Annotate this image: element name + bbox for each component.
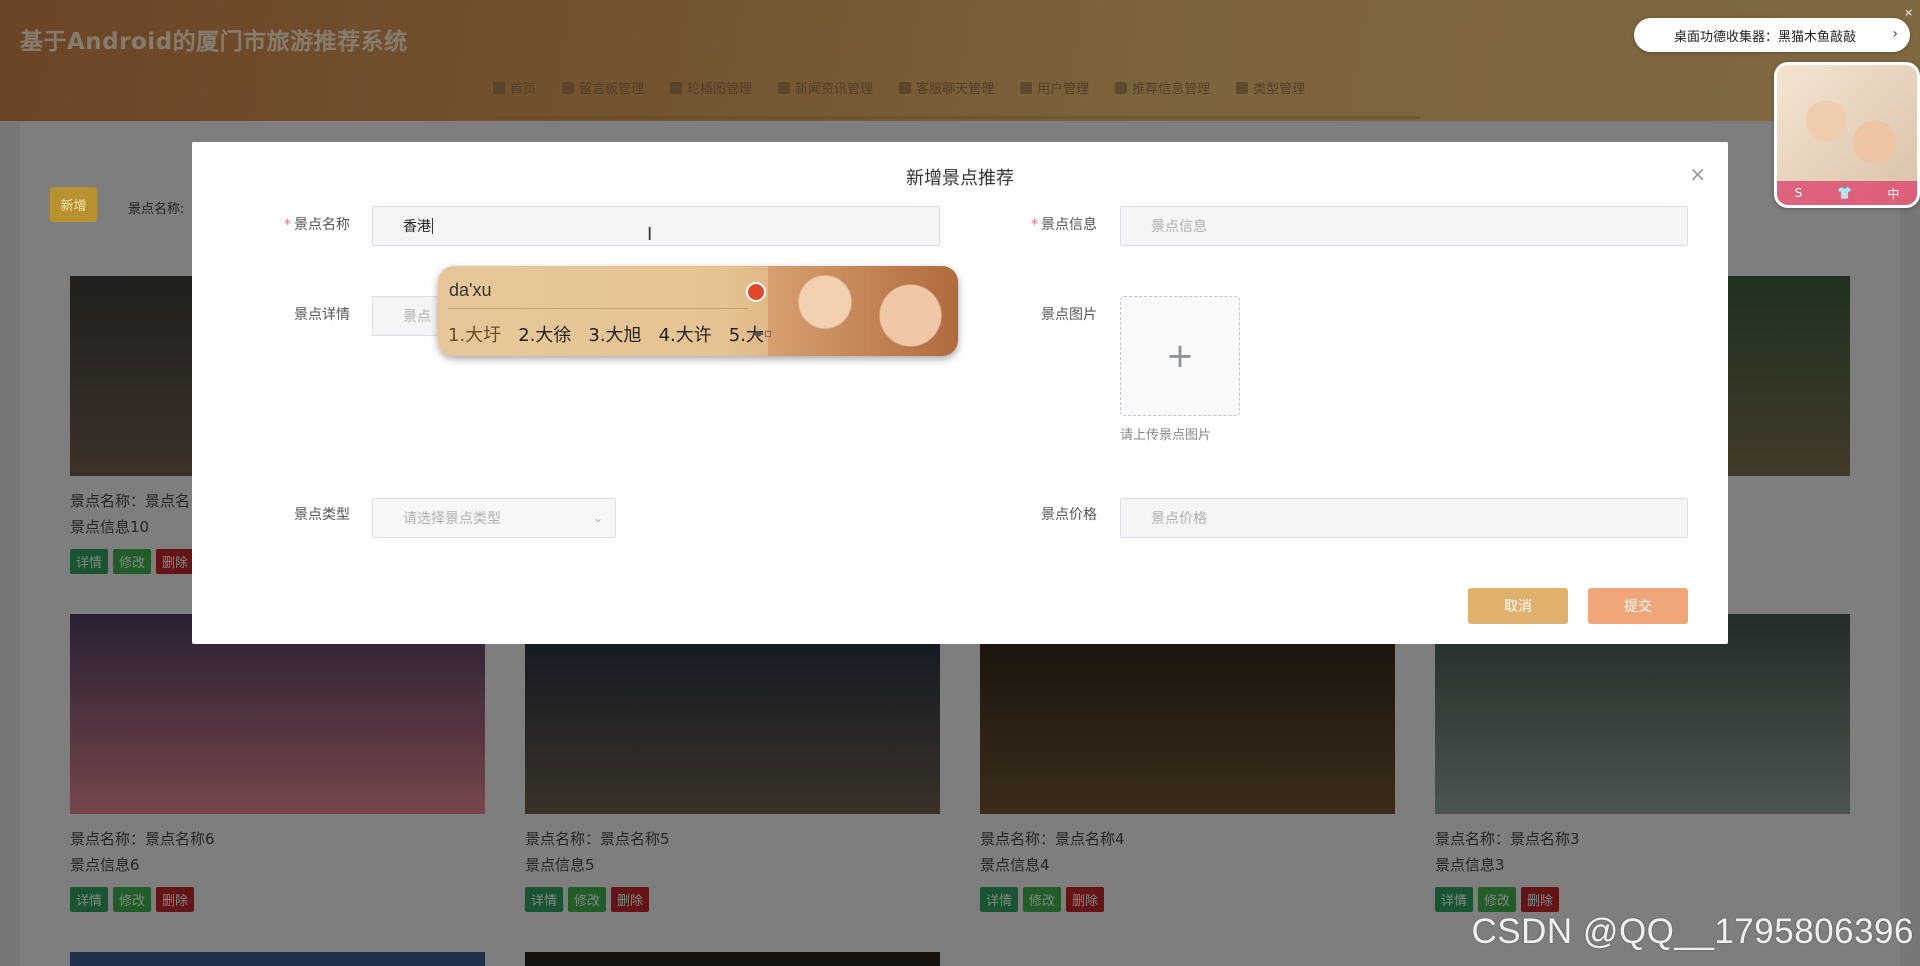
ime-divider <box>448 308 748 309</box>
plus-icon: + <box>1165 336 1195 376</box>
info-input[interactable]: 景点信息 <box>1120 206 1688 246</box>
cancel-button[interactable]: 取消 <box>1468 588 1568 624</box>
widget-toolbar: S 👕 中 <box>1777 181 1917 205</box>
close-icon[interactable]: × <box>1904 6 1913 19</box>
chinese-mode-icon[interactable]: 中 <box>1887 185 1899 202</box>
sogou-icon[interactable]: S <box>1795 186 1803 200</box>
dialog-title: 新增景点推荐 <box>906 168 1014 189</box>
type-placeholder: 请选择景点类型 <box>403 511 501 527</box>
ime-candidate[interactable]: 2.大徐 <box>518 321 571 347</box>
name-label-text: 景点名称 <box>294 217 350 233</box>
ime-logo-icon[interactable] <box>746 282 766 302</box>
ime-candidate-window: da'xu 1.大圩 2.大徐 3.大旭 4.大许 5.大 ◂▸▫ <box>438 266 958 356</box>
ime-page-arrows-icon[interactable]: ◂▸▫ <box>752 326 772 340</box>
text-caret <box>432 218 433 234</box>
image-label: 景点图片 <box>1041 307 1097 323</box>
text-cursor-icon: Ⅰ <box>647 224 653 245</box>
skin-icon[interactable]: 👕 <box>1837 186 1852 200</box>
add-button[interactable]: 新增 <box>50 187 97 222</box>
info-label: * 景点信息 <box>1031 217 1097 233</box>
chevron-down-icon: ⌄ <box>592 511 603 525</box>
price-label: 景点价格 <box>1041 507 1097 523</box>
image-upload[interactable]: + <box>1120 296 1240 416</box>
add-attraction-dialog: 新增景点推荐 × * 景点名称 香港 Ⅰ * 景点信息 景点信息 景点详情 景点 景… <box>192 142 1728 644</box>
detail-label: 景点详情 <box>294 307 350 323</box>
ime-float-widget[interactable]: S 👕 中 <box>1774 62 1920 208</box>
chevron-right-icon: › <box>1892 26 1898 42</box>
name-input[interactable]: 香港 <box>372 206 940 246</box>
ime-candidate[interactable]: 1.大圩 <box>448 321 501 347</box>
info-placeholder: 景点信息 <box>1151 219 1207 235</box>
ime-candidates: 1.大圩 2.大徐 3.大旭 4.大许 5.大 <box>448 321 764 347</box>
desktop-notification[interactable]: 桌面功德收集器：黑猫木鱼敲敲 › <box>1634 18 1910 52</box>
notification-text: 桌面功德收集器：黑猫木鱼敲敲 <box>1674 29 1857 45</box>
ime-candidate[interactable]: 4.大许 <box>659 321 712 347</box>
search-label: 景点名称: <box>128 202 185 217</box>
price-placeholder: 景点价格 <box>1151 511 1207 527</box>
info-label-text: 景点信息 <box>1041 217 1097 233</box>
submit-button[interactable]: 提交 <box>1588 588 1688 624</box>
upload-tip: 请上传景点图片 <box>1120 428 1212 443</box>
ime-composition: da'xu <box>449 280 492 300</box>
ime-skin-image <box>768 266 958 356</box>
name-label: * 景点名称 <box>284 217 350 233</box>
type-select[interactable]: 请选择景点类型 ⌄ <box>372 498 616 538</box>
price-input[interactable]: 景点价格 <box>1120 498 1688 538</box>
type-label: 景点类型 <box>294 507 350 523</box>
watermark-text: CSDN @QQ__1795806396 <box>1471 912 1914 951</box>
ime-candidate[interactable]: 3.大旭 <box>588 321 641 347</box>
name-input-value: 香港 <box>403 219 431 235</box>
close-icon[interactable]: × <box>1689 162 1706 186</box>
detail-placeholder: 景点 <box>403 309 431 325</box>
